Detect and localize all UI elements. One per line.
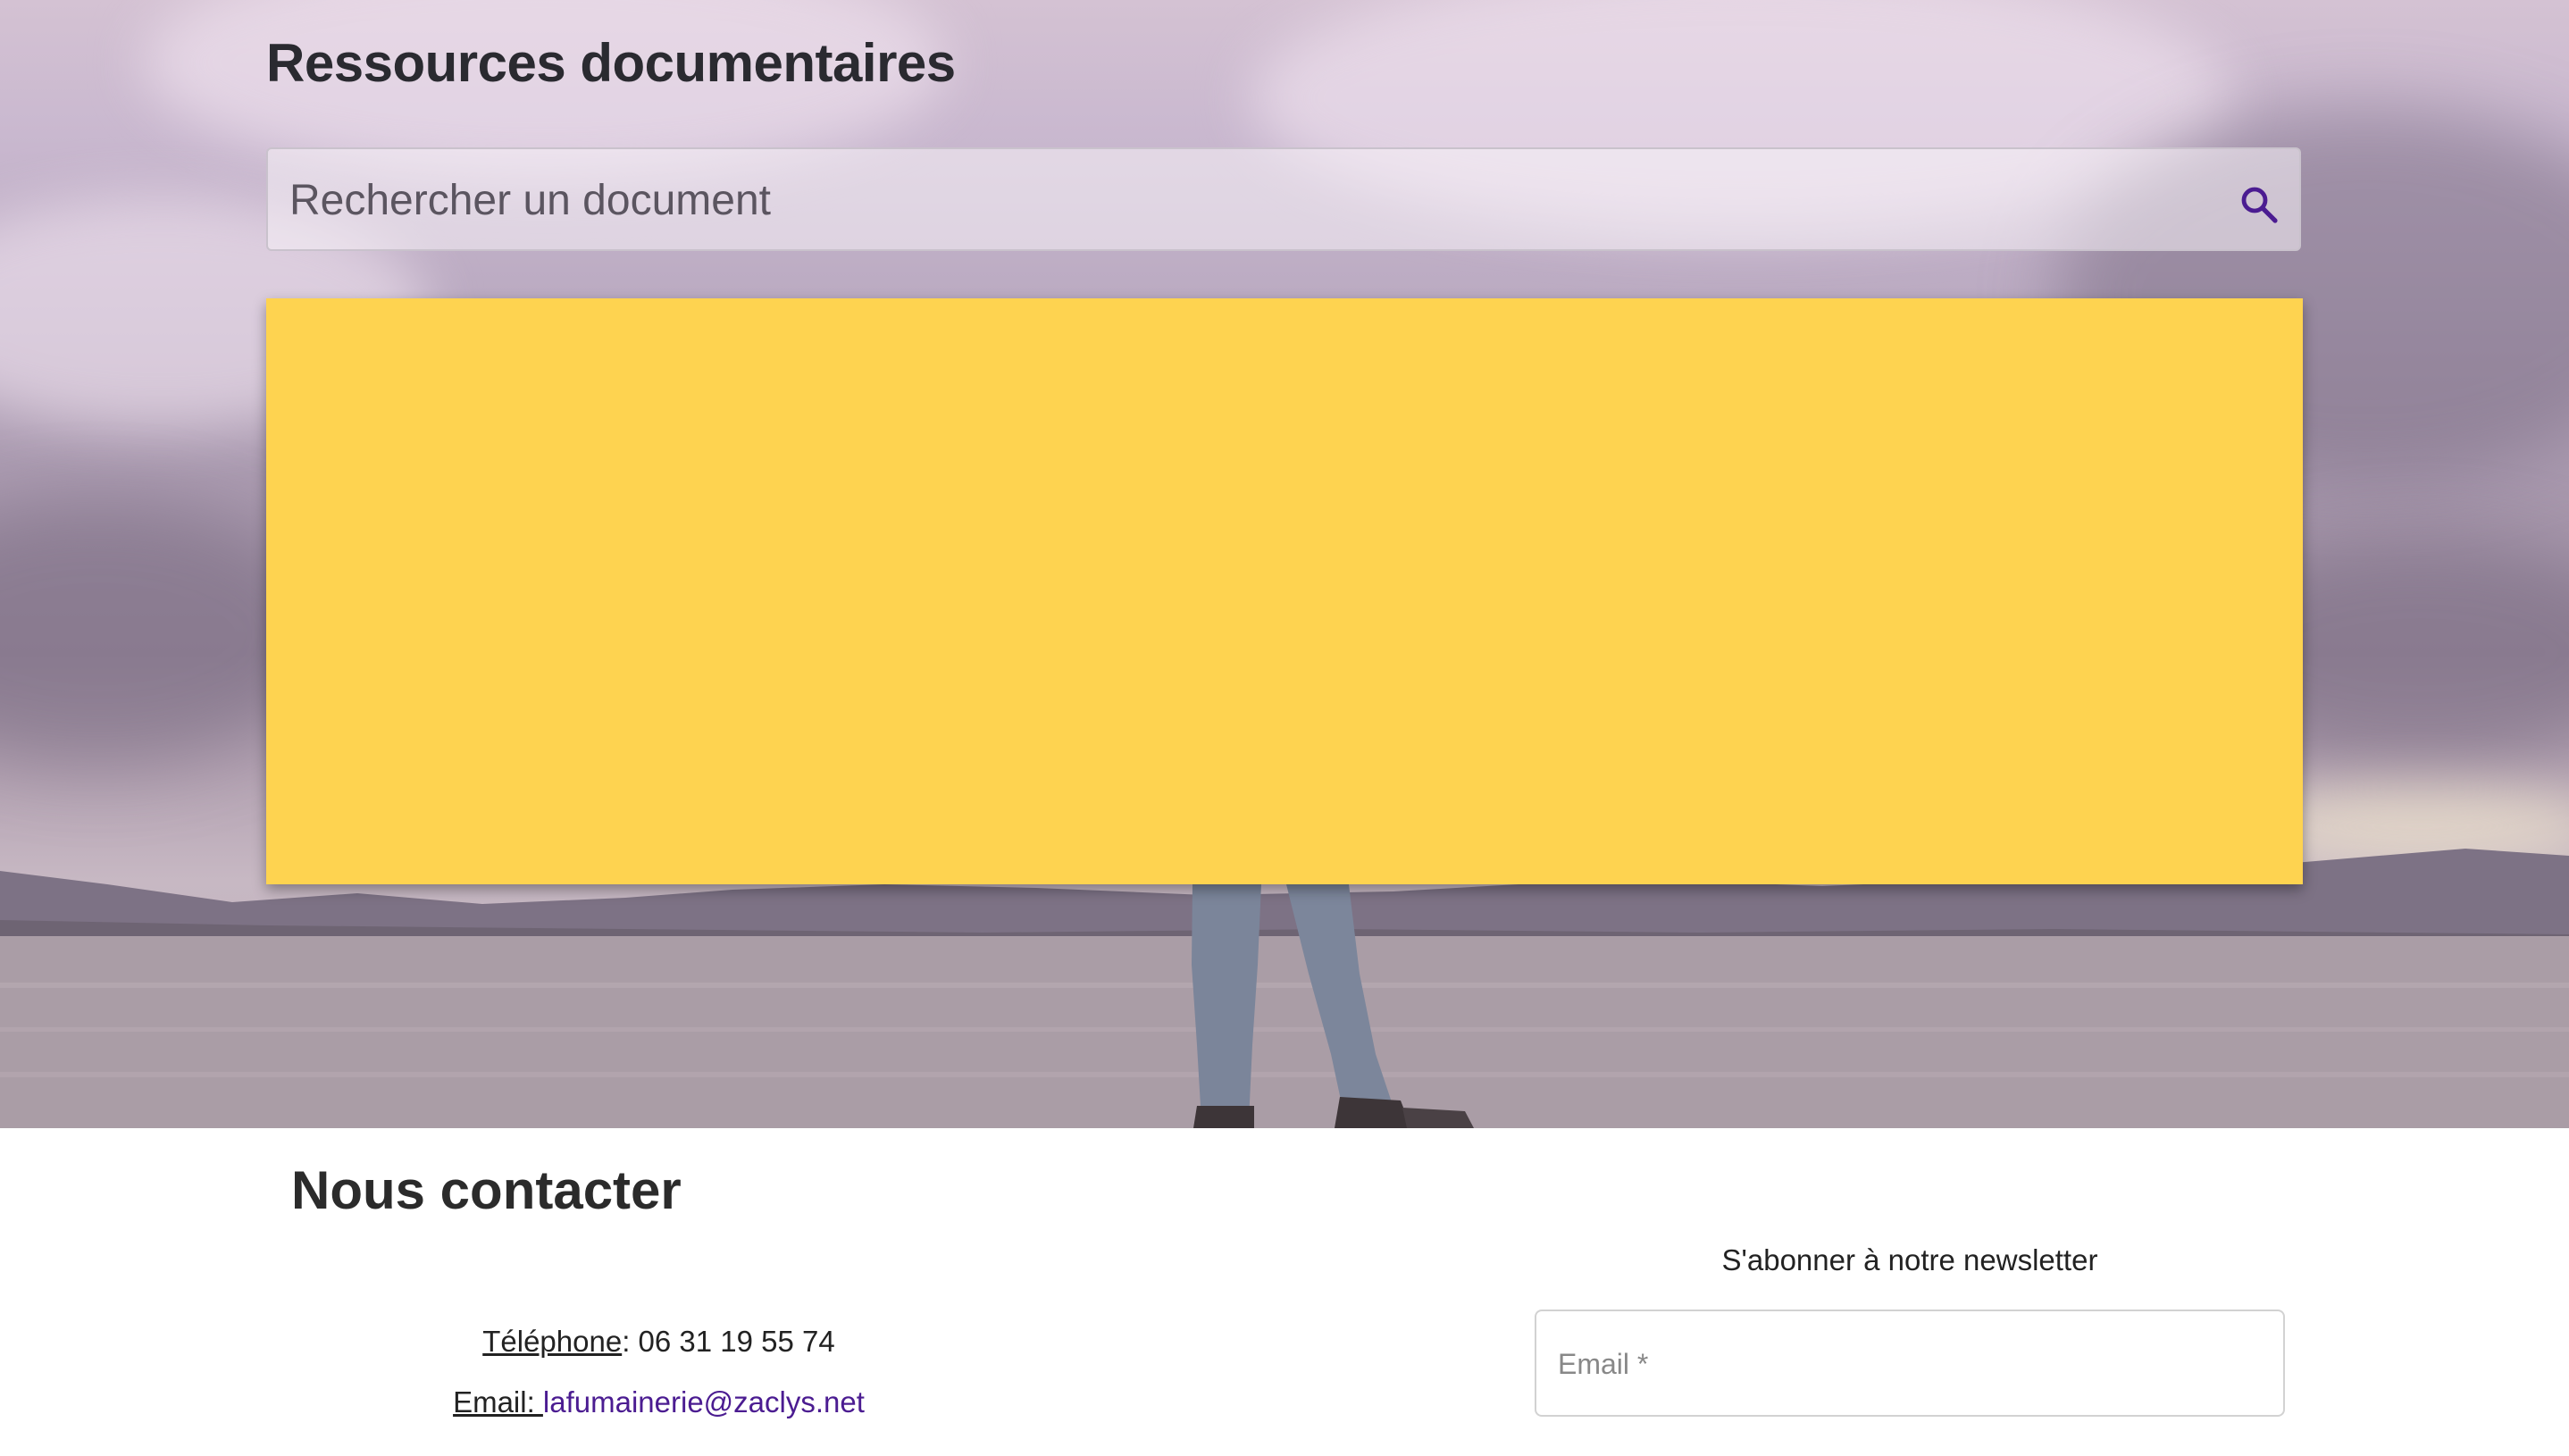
contact-title: Nous contacter bbox=[291, 1160, 682, 1220]
search-icon[interactable] bbox=[2238, 183, 2280, 226]
newsletter-email-field[interactable] bbox=[1535, 1310, 2285, 1417]
search-bar[interactable] bbox=[266, 147, 2301, 251]
phone-line: Téléphone: 06 31 19 55 74 bbox=[0, 1325, 1318, 1359]
email-link[interactable]: lafumainerie@zaclys.net bbox=[543, 1385, 865, 1418]
phone-separator: : bbox=[622, 1325, 639, 1358]
email-line: Email: lafumainerie@zaclys.net bbox=[0, 1385, 1318, 1419]
email-label: Email: bbox=[453, 1385, 543, 1418]
phone-label: Téléphone bbox=[482, 1325, 623, 1358]
newsletter-email-input[interactable] bbox=[1556, 1311, 2265, 1417]
page-title: Ressources documentaires bbox=[266, 33, 956, 93]
newsletter-label: S'abonner à notre newsletter bbox=[1721, 1243, 2098, 1276]
search-input[interactable] bbox=[288, 149, 2212, 251]
phone-value: 06 31 19 55 74 bbox=[638, 1325, 835, 1358]
document-panel bbox=[266, 298, 2303, 884]
